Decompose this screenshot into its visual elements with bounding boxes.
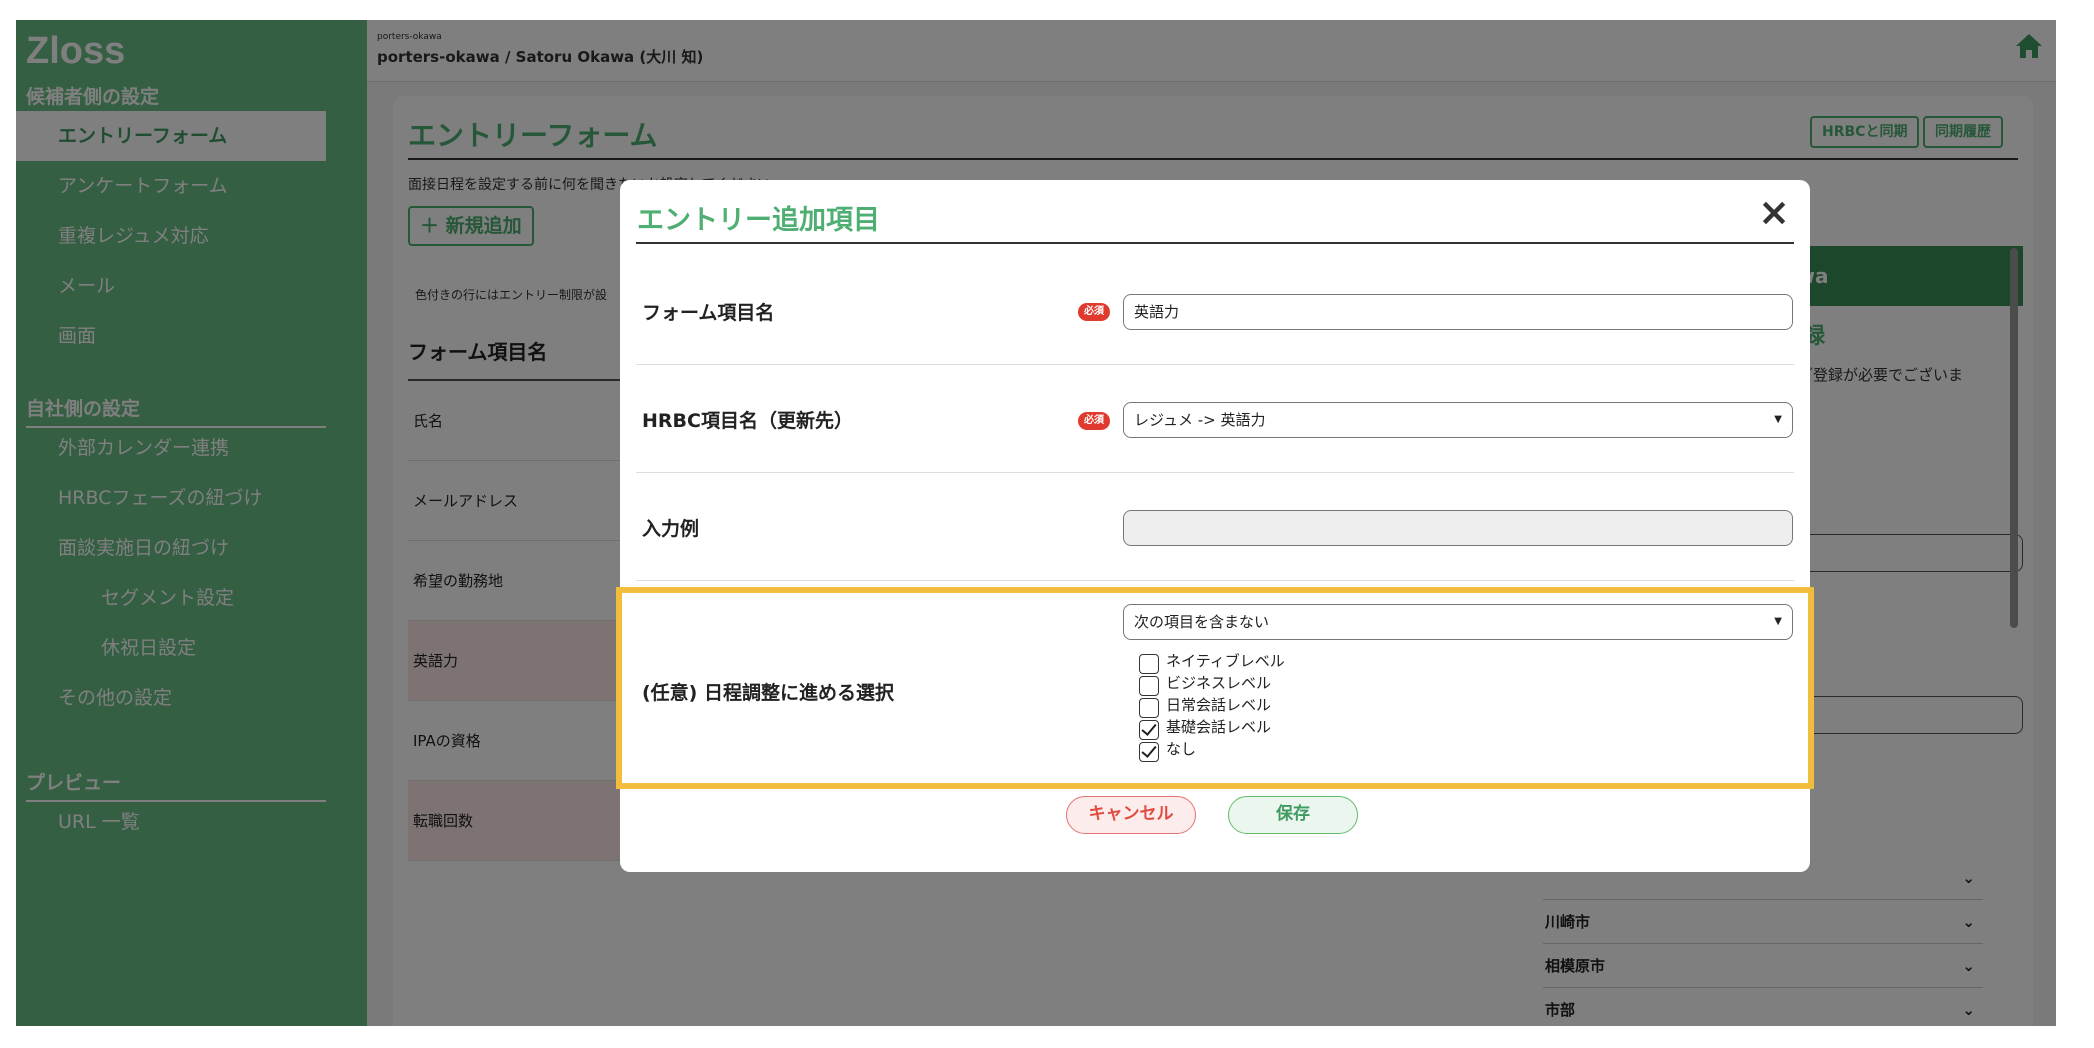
dropdown-arrow-icon: ▼ — [1774, 616, 1782, 627]
hrbc-field-select[interactable]: レジュメ -> 英語力 ▼ — [1123, 402, 1793, 438]
modal-title: エントリー追加項目 — [637, 205, 880, 236]
field-name-input[interactable]: 英語力 — [1123, 294, 1793, 330]
hrbc-field-value: レジュメ -> 英語力 — [1134, 411, 1266, 429]
checkbox-checked[interactable] — [1139, 742, 1159, 762]
field-name-label: フォーム項目名 — [642, 302, 775, 324]
save-button[interactable]: 保存 — [1228, 796, 1358, 834]
app: Zloss 候補者側の設定 エントリーフォーム アンケートフォーム 重複レジュメ… — [16, 20, 2056, 1026]
entry-item-modal: エントリー追加項目 × フォーム項目名 必須 英語力 HRBC項目名（更新先） … — [616, 180, 1814, 872]
checkbox[interactable] — [1139, 676, 1159, 696]
modal-divider — [636, 580, 1794, 581]
option-label: ビジネスレベル — [1166, 674, 1272, 692]
checkbox-checked[interactable] — [1139, 720, 1159, 740]
example-input[interactable] — [1123, 510, 1793, 546]
option-label: なし — [1166, 740, 1197, 758]
required-badge: 必須 — [1078, 412, 1110, 430]
option-mode-value: 次の項目を含まない — [1134, 613, 1270, 631]
dropdown-arrow-icon: ▼ — [1774, 414, 1782, 425]
close-icon[interactable]: × — [1758, 190, 1790, 234]
option-label: 日常会話レベル — [1166, 696, 1272, 714]
cancel-button[interactable]: キャンセル — [1066, 796, 1196, 834]
modal-divider — [636, 472, 1794, 473]
example-label: 入力例 — [642, 518, 700, 540]
modal-title-divider — [636, 242, 1794, 244]
option-mode-select[interactable]: 次の項目を含まない ▼ — [1123, 604, 1793, 640]
option-filter-label: (任意) 日程調整に進める選択 — [642, 682, 894, 704]
checkbox[interactable] — [1139, 654, 1159, 674]
required-badge: 必須 — [1078, 303, 1110, 321]
option-label: 基礎会話レベル — [1166, 718, 1272, 736]
modal-divider — [636, 364, 1794, 365]
checkbox[interactable] — [1139, 698, 1159, 718]
hrbc-field-label: HRBC項目名（更新先） — [642, 410, 853, 432]
option-label: ネイティブレベル — [1166, 652, 1285, 670]
